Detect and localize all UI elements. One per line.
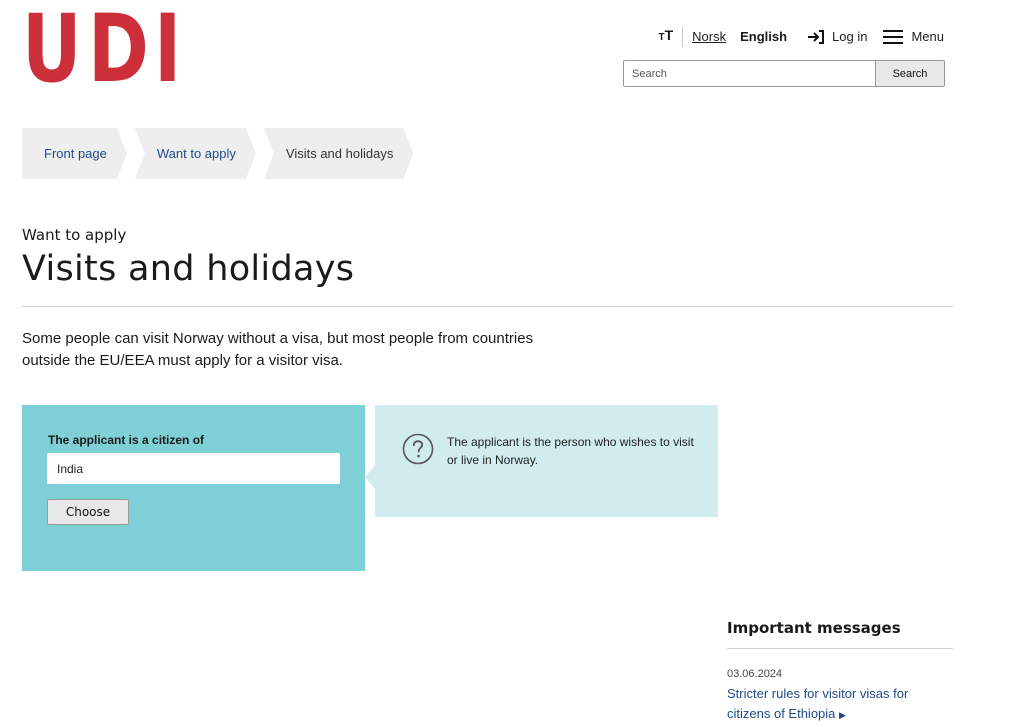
page-supertitle: Want to apply	[22, 226, 127, 244]
login-arrow-icon	[808, 29, 825, 44]
logo-letter-i: I	[154, 0, 182, 104]
question-circle-icon	[402, 433, 434, 465]
important-messages-heading: Important messages	[727, 619, 901, 637]
search-bar: Search	[623, 60, 945, 87]
choose-button[interactable]: Choose	[47, 499, 129, 525]
language-english-current: English	[740, 29, 788, 44]
breadcrumb: Front page Want to apply Visits and holi…	[22, 128, 421, 179]
login-label: Log in	[832, 29, 868, 44]
login-link[interactable]: Log in	[807, 29, 867, 45]
triangle-right-icon: ▶	[839, 710, 846, 720]
breadcrumb-front-page[interactable]: Front page	[22, 128, 127, 179]
udi-logo[interactable]: U D I	[22, 0, 200, 104]
messages-divider	[727, 648, 953, 649]
logo-letter-u: U	[22, 0, 82, 104]
breadcrumb-current: Visits and holidays	[264, 128, 413, 179]
help-info-box: The applicant is the person who wishes t…	[365, 405, 718, 517]
message-link[interactable]: Stricter rules for visitor visas for cit…	[727, 684, 953, 725]
intro-text: Some people can visit Norway without a v…	[22, 330, 534, 369]
logo-letter-d: D	[88, 0, 149, 104]
hamburger-icon	[883, 29, 904, 44]
citizenship-form: The applicant is a citizen of Choose	[22, 405, 365, 571]
help-info-text: The applicant is the person who wishes t…	[447, 435, 694, 467]
page-title: Visits and holidays	[22, 249, 355, 289]
menu-label: Menu	[911, 29, 944, 44]
menu-button[interactable]: Menu	[883, 29, 944, 44]
citizenship-input[interactable]	[47, 453, 340, 484]
language-norsk-link[interactable]: Norsk	[692, 29, 726, 44]
citizenship-label: The applicant is a citizen of	[48, 433, 205, 447]
breadcrumb-want-to-apply[interactable]: Want to apply	[135, 128, 256, 179]
title-divider	[22, 306, 953, 307]
search-button[interactable]: Search	[875, 60, 945, 87]
message-date: 03.06.2024	[727, 668, 783, 680]
message-link-text: Stricter rules for visitor visas for cit…	[727, 686, 909, 721]
search-input[interactable]	[623, 60, 875, 87]
text-size-button[interactable]: TT	[658, 26, 684, 47]
text-size-large-glyph: T	[664, 27, 674, 43]
header-tools: TT Norsk English Log in Menu	[658, 26, 944, 47]
